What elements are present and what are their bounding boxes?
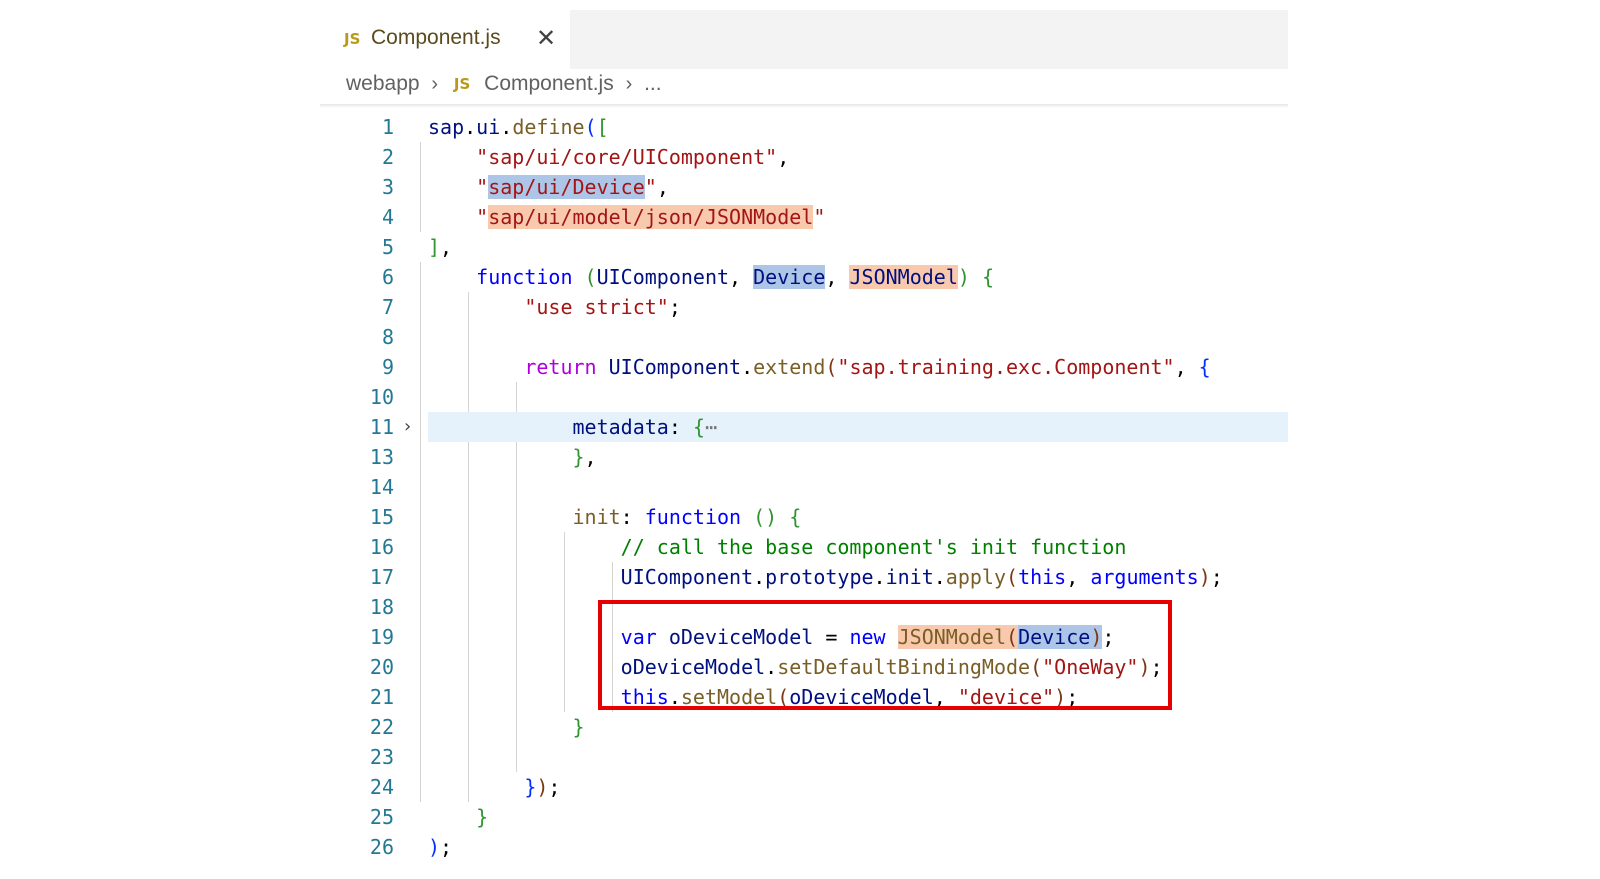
- code-line[interactable]: 15 init: function () {: [320, 502, 1288, 532]
- line-number: 16: [369, 535, 394, 559]
- code-line[interactable]: 9 return UIComponent.extend("sap.trainin…: [320, 352, 1288, 382]
- line-number: 3: [381, 175, 394, 199]
- code-text: }: [476, 805, 489, 829]
- javascript-file-icon: JS: [453, 75, 471, 94]
- javascript-file-icon: JS: [344, 30, 361, 48]
- line-number: 5: [381, 235, 394, 259]
- breadcrumb-folder[interactable]: webapp: [346, 72, 420, 96]
- line-number: 1: [381, 115, 394, 139]
- code-line[interactable]: 25 }: [320, 802, 1288, 832]
- line-number: 11: [369, 415, 394, 439]
- code-text: });: [524, 775, 561, 799]
- line-number: 19: [369, 625, 394, 649]
- code-line[interactable]: 1 sap.ui.define([: [320, 112, 1288, 142]
- code-text: // call the base component's init functi…: [620, 535, 1127, 559]
- line-number: 17: [369, 565, 394, 589]
- code-line[interactable]: 6 function (UIComponent, Device, JSONMod…: [320, 262, 1288, 292]
- line-number: 13: [369, 445, 394, 469]
- line-number: 25: [369, 805, 394, 829]
- code-text: ],: [428, 235, 453, 259]
- line-number: 4: [381, 205, 394, 229]
- code-text: "sap/ui/core/UIComponent",: [476, 145, 790, 169]
- line-number: 9: [381, 355, 394, 379]
- line-number: 23: [369, 745, 394, 769]
- code-editor: JS Component.js ✕ webapp › JS Component.…: [320, 10, 1288, 879]
- line-number: 7: [381, 295, 394, 319]
- code-text: sap.ui.define([: [428, 115, 609, 139]
- tab-component-js[interactable]: JS Component.js ✕: [320, 10, 570, 69]
- chevron-right-icon: ›: [431, 72, 439, 95]
- code-text: UIComponent.prototype.init.apply(this, a…: [620, 565, 1223, 589]
- code-text: function (UIComponent, Device, JSONModel…: [476, 265, 994, 289]
- code-line[interactable]: 5 ],: [320, 232, 1288, 262]
- line-number: 24: [369, 775, 394, 799]
- chevron-right-icon: ›: [625, 72, 633, 95]
- line-number: 8: [381, 325, 394, 349]
- code-text: },: [572, 445, 597, 469]
- code-text: return UIComponent.extend("sap.training.…: [524, 355, 1211, 379]
- line-number: 2: [381, 145, 394, 169]
- chevron-right-icon[interactable]: ›: [404, 412, 411, 442]
- code-text: "sap/ui/Device",: [476, 175, 669, 199]
- breadcrumb-more[interactable]: ...: [644, 72, 662, 96]
- code-line[interactable]: 2 "sap/ui/core/UIComponent",: [320, 142, 1288, 172]
- line-number: 22: [369, 715, 394, 739]
- line-number: 21: [369, 685, 394, 709]
- code-line[interactable]: 8: [320, 322, 1288, 352]
- code-line[interactable]: 4 "sap/ui/model/json/JSONModel": [320, 202, 1288, 232]
- line-number: 26: [369, 835, 394, 859]
- code-text: );: [428, 835, 453, 859]
- line-number: 6: [381, 265, 394, 289]
- code-text: }: [572, 715, 585, 739]
- breadcrumb-shadow: [320, 104, 1288, 108]
- line-number: 20: [369, 655, 394, 679]
- line-number: 18: [369, 595, 394, 619]
- code-text: "sap/ui/model/json/JSONModel": [476, 205, 826, 229]
- code-text: init: function () {: [572, 505, 802, 529]
- breadcrumb: webapp › JS Component.js › ...: [346, 72, 662, 102]
- code-line[interactable]: 10: [320, 382, 1288, 412]
- code-line[interactable]: 23: [320, 742, 1288, 772]
- code-line[interactable]: 24 });: [320, 772, 1288, 802]
- breadcrumb-file[interactable]: Component.js: [484, 72, 614, 96]
- code-text: "use strict";: [524, 295, 681, 319]
- code-line[interactable]: 13 },: [320, 442, 1288, 472]
- code-line[interactable]: 17 UIComponent.prototype.init.apply(this…: [320, 562, 1288, 592]
- code-line[interactable]: 22 }: [320, 712, 1288, 742]
- line-number: 15: [369, 505, 394, 529]
- code-line[interactable]: 16 // call the base component's init fun…: [320, 532, 1288, 562]
- code-line[interactable]: 14: [320, 472, 1288, 502]
- close-icon[interactable]: ✕: [536, 24, 556, 52]
- line-number: 14: [369, 475, 394, 499]
- code-line[interactable]: 3 "sap/ui/Device",: [320, 172, 1288, 202]
- line-number: 10: [369, 385, 394, 409]
- code-line[interactable]: 26 );: [320, 832, 1288, 862]
- code-line[interactable]: 7 "use strict";: [320, 292, 1288, 322]
- code-line-current[interactable]: 11 › metadata: {⋯: [320, 412, 1288, 442]
- highlight-box: [598, 600, 1172, 710]
- tab-bar: JS Component.js ✕: [320, 10, 1288, 69]
- tab-label: Component.js: [371, 26, 501, 49]
- code-text: metadata: {⋯: [572, 415, 718, 439]
